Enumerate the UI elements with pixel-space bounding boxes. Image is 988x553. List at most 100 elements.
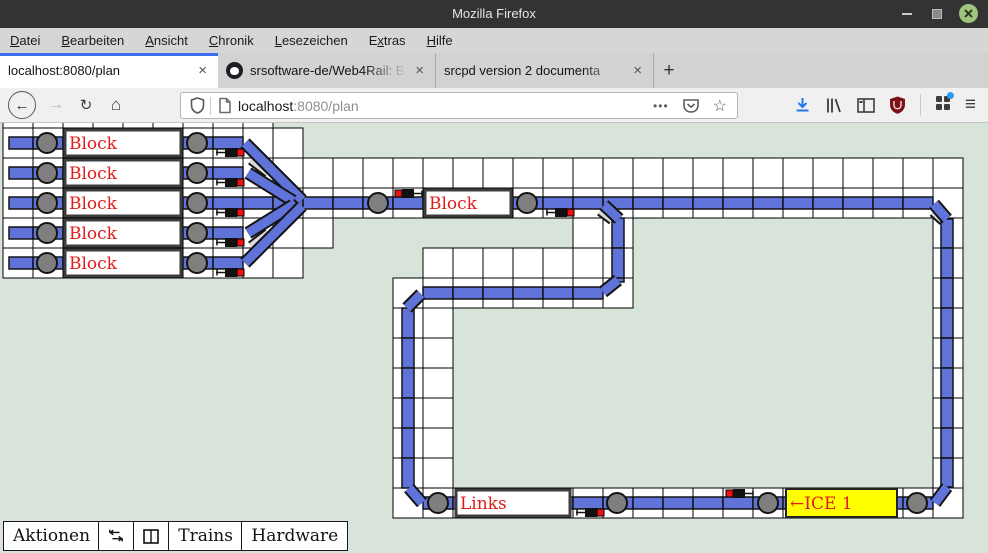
contact[interactable] (607, 493, 627, 513)
track-segment[interactable] (213, 227, 243, 239)
track-segment[interactable] (843, 197, 873, 209)
plan-tile[interactable] (453, 248, 483, 278)
track-segment[interactable] (402, 458, 414, 488)
signal[interactable] (225, 268, 237, 277)
track-segment[interactable] (941, 428, 953, 458)
menu-item-chronik[interactable]: Chronik (209, 33, 254, 48)
contact[interactable] (37, 223, 57, 243)
new-tab-button[interactable]: + (654, 53, 684, 88)
plan-tile[interactable] (603, 158, 633, 188)
close-button[interactable] (959, 4, 978, 23)
contact[interactable] (187, 223, 207, 243)
contact[interactable] (187, 133, 207, 153)
track-segment[interactable] (303, 197, 333, 209)
track-segment[interactable] (813, 197, 843, 209)
track-segment[interactable] (633, 497, 663, 509)
menu-item-bearbeiten[interactable]: Bearbeiten (61, 33, 124, 48)
actions-button[interactable]: Aktionen (3, 521, 100, 551)
plan-tile[interactable] (123, 123, 153, 128)
plan-tile[interactable] (243, 123, 273, 128)
signal[interactable] (733, 489, 745, 498)
ublock-icon[interactable] (889, 96, 906, 114)
track-segment[interactable] (753, 197, 783, 209)
signal-lamp[interactable] (237, 269, 244, 276)
track-segment[interactable] (213, 167, 243, 179)
track-segment[interactable] (483, 287, 513, 299)
track-segment[interactable] (453, 287, 483, 299)
menu-item-ansicht[interactable]: Ansicht (145, 33, 188, 48)
track-segment[interactable] (941, 248, 953, 278)
menu-item-hilfe[interactable]: Hilfe (427, 33, 453, 48)
trains-button[interactable]: Trains (168, 521, 243, 551)
menu-item-lesezeichen[interactable]: Lesezeichen (275, 33, 348, 48)
plan-tile[interactable] (843, 158, 873, 188)
track-segment[interactable] (723, 497, 753, 509)
signal[interactable] (585, 508, 597, 517)
tab-1[interactable]: localhost:8080/plan× (0, 53, 218, 88)
url-text[interactable]: localhost:8080/plan (238, 98, 653, 114)
block-label[interactable]: Block (69, 254, 118, 274)
track-segment[interactable] (573, 287, 603, 299)
block-label[interactable]: Block (69, 164, 118, 184)
plan-tile[interactable] (693, 158, 723, 188)
plan-tile[interactable] (423, 158, 453, 188)
track-segment[interactable] (243, 197, 273, 209)
contact[interactable] (428, 493, 448, 513)
train-label[interactable]: ←ICE 1 (790, 494, 853, 514)
plan-tile[interactable] (873, 158, 903, 188)
plan-tile[interactable] (513, 248, 543, 278)
signal[interactable] (402, 189, 414, 198)
block-label[interactable]: Block (69, 134, 118, 154)
page-icon[interactable] (218, 97, 232, 114)
plan-tile[interactable] (753, 158, 783, 188)
track-segment[interactable] (783, 197, 813, 209)
download-icon[interactable] (794, 97, 811, 114)
track-segment[interactable] (402, 368, 414, 398)
sidebar-icon[interactable] (857, 98, 875, 113)
track-segment[interactable] (693, 497, 723, 509)
track-segment[interactable] (941, 278, 953, 308)
track-segment[interactable] (573, 197, 603, 209)
minimize-button[interactable] (898, 5, 916, 23)
plan-tile[interactable] (573, 158, 603, 188)
plan-tile[interactable] (573, 218, 603, 248)
track-segment[interactable] (663, 197, 693, 209)
plan-tile[interactable] (663, 158, 693, 188)
hardware-button[interactable]: Hardware (241, 521, 348, 551)
contact[interactable] (37, 253, 57, 273)
signal-lamp[interactable] (726, 490, 733, 497)
plan-tile[interactable] (423, 458, 453, 488)
track-segment[interactable] (612, 248, 624, 278)
plan-tile[interactable] (183, 123, 213, 128)
plan-tile[interactable] (543, 248, 573, 278)
signal-lamp[interactable] (237, 239, 244, 246)
signal-lamp[interactable] (237, 179, 244, 186)
plan-tile[interactable] (483, 158, 513, 188)
track-segment[interactable] (573, 497, 603, 509)
plan-tile[interactable] (423, 368, 453, 398)
block-label[interactable]: Links (460, 494, 507, 514)
plan-tile[interactable] (633, 158, 663, 188)
contact[interactable] (37, 163, 57, 183)
track-segment[interactable] (663, 497, 693, 509)
signal-lamp[interactable] (237, 209, 244, 216)
contact[interactable] (907, 493, 927, 513)
contact[interactable] (187, 163, 207, 183)
reload-button[interactable]: ↻ (74, 88, 98, 122)
tab-3[interactable]: srcpd version 2 documenta× (436, 53, 654, 88)
plan-tile[interactable] (333, 158, 363, 188)
plan-tile[interactable] (723, 158, 753, 188)
menu-hamburger-icon[interactable]: ≡ (965, 94, 976, 116)
track-segment[interactable] (941, 219, 953, 248)
track-segment[interactable] (873, 197, 903, 209)
plan-tile[interactable] (363, 158, 393, 188)
track-segment[interactable] (9, 197, 33, 209)
plan-tile[interactable] (303, 218, 333, 248)
url-bar[interactable]: localhost:8080/plan ••• ☆ (180, 92, 738, 119)
plan-tile[interactable] (393, 158, 423, 188)
home-button[interactable]: ⌂ (104, 88, 128, 122)
contact[interactable] (368, 193, 388, 213)
track-segment[interactable] (941, 308, 953, 338)
plan-tile[interactable] (423, 308, 453, 338)
library-icon[interactable] (825, 97, 843, 114)
